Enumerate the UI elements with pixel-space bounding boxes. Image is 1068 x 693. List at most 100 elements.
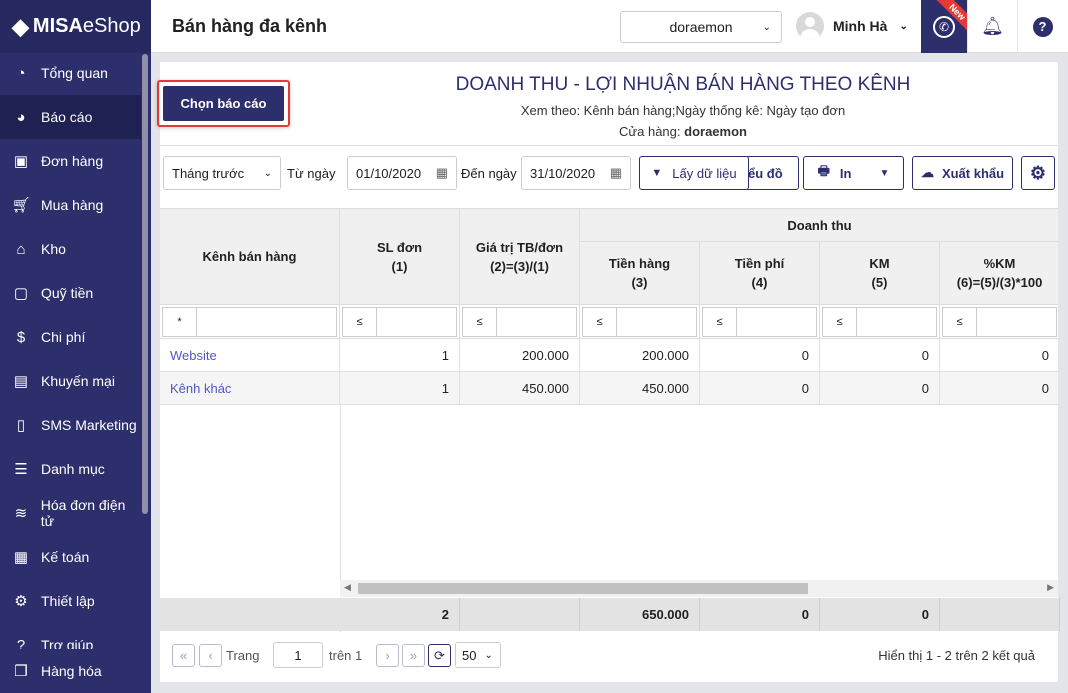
last-page-button[interactable]: »	[402, 644, 425, 667]
chevron-down-icon: ⌄	[899, 20, 908, 32]
filter-operator[interactable]: ≤	[943, 308, 977, 336]
filter-operator[interactable]: *	[163, 308, 197, 336]
page-size-select[interactable]: 50 ⌄	[455, 642, 501, 668]
filter-input[interactable]	[617, 308, 696, 336]
filter-input[interactable]	[737, 308, 816, 336]
report-store: Cửa hàng: doraemon	[360, 124, 1006, 139]
sidebar-item-label: Kho	[41, 241, 66, 257]
table-cell: 0	[820, 372, 940, 405]
total-cell: 650.000	[580, 598, 700, 631]
sidebar-item-9[interactable]: ☰ Danh mục	[0, 447, 141, 491]
page-input[interactable]: 1	[273, 642, 323, 668]
sidebar-item-8[interactable]: ▯ SMS Marketing	[0, 403, 141, 447]
sidebar-item-7[interactable]: ▤ Khuyến mại	[0, 359, 141, 403]
sidebar-item-2[interactable]: ▣ Đơn hàng	[0, 139, 141, 183]
channel-link[interactable]: Kênh khác	[160, 372, 340, 405]
sidebar-item-5[interactable]: ▢ Quỹ tiền	[0, 271, 141, 315]
prev-page-button[interactable]: ‹	[199, 644, 222, 667]
chevron-down-icon: ⌄	[762, 21, 771, 33]
column-filter: ≤	[700, 305, 820, 339]
boxes-icon: ❒	[14, 663, 28, 680]
hotline-button[interactable]: ✆ New	[921, 0, 967, 53]
user-menu[interactable]: Minh Hà ⌄	[796, 12, 908, 40]
column-header[interactable]: %KM (6)=(5)/(3)*100	[940, 242, 1058, 305]
chart-button[interactable]: ểu đồ	[745, 156, 799, 190]
filter-operator[interactable]: ≤	[583, 308, 617, 336]
column-header[interactable]: Giá trị TB/đơn (2)=(3)/(1)	[460, 209, 580, 305]
to-date: 31/10/2020	[530, 165, 596, 181]
print-button[interactable]: 🖶︎ In ▼	[803, 156, 904, 190]
filter-operator[interactable]: ≤	[343, 308, 377, 336]
printer-icon: 🖶︎	[817, 163, 830, 178]
header-label: Kênh bán hàng	[202, 249, 297, 264]
cart-icon: 🛒︎	[11, 197, 31, 214]
next-page-button[interactable]: ›	[376, 644, 399, 667]
report-panel: Chọn báo cáo DOANH THU - LỢI NHUẬN BÁN H…	[157, 62, 1060, 682]
sidebar-scrollbar[interactable]	[142, 54, 148, 514]
sidebar-item-4[interactable]: ⌂ Kho	[0, 227, 141, 271]
filter-input[interactable]	[857, 308, 936, 336]
from-date: 01/10/2020	[356, 165, 422, 181]
export-button[interactable]: ☁ Xuất khẩu	[912, 156, 1013, 190]
column-header[interactable]: Kênh bán hàng	[160, 209, 340, 305]
sidebar-item-1[interactable]: ◕ Báo cáo	[0, 95, 141, 139]
total-cell: 2	[160, 598, 460, 631]
chevron-down-icon: ⌄	[263, 167, 272, 179]
sidebar-item-10[interactable]: ≋ Hóa đơn điện tử	[0, 491, 141, 535]
table-cell: 0	[940, 372, 1058, 405]
chevron-down-icon: ⌄	[484, 649, 493, 661]
filter-input[interactable]	[377, 308, 456, 336]
sidebar-item-3[interactable]: 🛒︎ Mua hàng	[0, 183, 141, 227]
sidebar-item-14[interactable]: ❒ Hàng hóa	[0, 649, 151, 693]
filter-input[interactable]	[197, 308, 336, 336]
column-filter: ≤	[340, 305, 460, 339]
channel-link[interactable]: Website	[160, 339, 340, 372]
fetch-data-button[interactable]: ▼ Lấy dữ liệu	[639, 156, 749, 190]
first-page-button[interactable]: «	[172, 644, 195, 667]
help-button[interactable]: ?	[1017, 0, 1067, 53]
period-select[interactable]: Tháng trước ⌄	[163, 156, 281, 190]
settings-button[interactable]: ⚙	[1021, 156, 1055, 190]
calendar-icon[interactable]: ▦	[610, 165, 622, 181]
from-label: Từ ngày	[287, 166, 336, 181]
sidebar-item-label: Chi phí	[41, 329, 86, 345]
column-header[interactable]: Tiền hàng (3)	[580, 242, 700, 305]
sidebar-item-12[interactable]: ⚙ Thiết lập	[0, 579, 141, 623]
scroll-right-icon[interactable]: ▶	[1047, 582, 1054, 593]
gear-icon: ⚙	[14, 593, 28, 610]
gift-icon: ▤	[13, 373, 29, 390]
sidebar-item-label: Kế toán	[41, 549, 90, 565]
table-cell: 450.000	[460, 372, 580, 405]
filter-operator[interactable]: ≤	[823, 308, 857, 336]
logo[interactable]: ◆ MISA eShop	[0, 0, 151, 53]
sidebar-item-6[interactable]: $ Chi phí	[0, 315, 141, 359]
choose-report-button[interactable]: Chọn báo cáo	[163, 86, 284, 121]
choose-report-highlight: Chọn báo cáo	[157, 80, 290, 127]
help-icon: ?	[1032, 16, 1053, 37]
scrollbar-thumb[interactable]	[358, 583, 808, 594]
divider	[160, 145, 1058, 146]
sidebar-item-label: Khuyến mại	[41, 373, 115, 389]
store-label: Cửa hàng:	[619, 124, 681, 139]
calendar-icon[interactable]: ▦	[436, 165, 448, 181]
column-header[interactable]: KM (5)	[820, 242, 940, 305]
filter-input[interactable]	[497, 308, 576, 336]
filter-operator[interactable]: ≤	[703, 308, 737, 336]
filter-input[interactable]	[977, 308, 1056, 336]
sidebar-item-11[interactable]: ▦ Kế toán	[0, 535, 141, 579]
sidebar-item-0[interactable]: ◔ Tổng quan	[0, 51, 141, 95]
from-date-input[interactable]: 01/10/2020 ▦	[347, 156, 457, 190]
to-date-input[interactable]: 31/10/2020 ▦	[521, 156, 631, 190]
horizontal-scrollbar[interactable]: ◀ ▶	[340, 580, 1058, 597]
header-label: Giá trị TB/đơn	[475, 239, 564, 255]
column-header[interactable]: SL đơn (1)	[340, 209, 460, 305]
refresh-button[interactable]: ⟳	[428, 644, 451, 667]
header-label: %KM	[983, 256, 1016, 271]
notification-button[interactable]: 🔔︎	[967, 0, 1017, 53]
column-header[interactable]: Tiền phí (4)	[700, 242, 820, 305]
store-select[interactable]: doraemon ⌄	[620, 11, 782, 43]
scroll-left-icon[interactable]: ◀	[344, 582, 351, 593]
dashboard-icon: ◔	[16, 64, 26, 82]
chart-label: ểu đồ	[748, 165, 783, 181]
filter-operator[interactable]: ≤	[463, 308, 497, 336]
